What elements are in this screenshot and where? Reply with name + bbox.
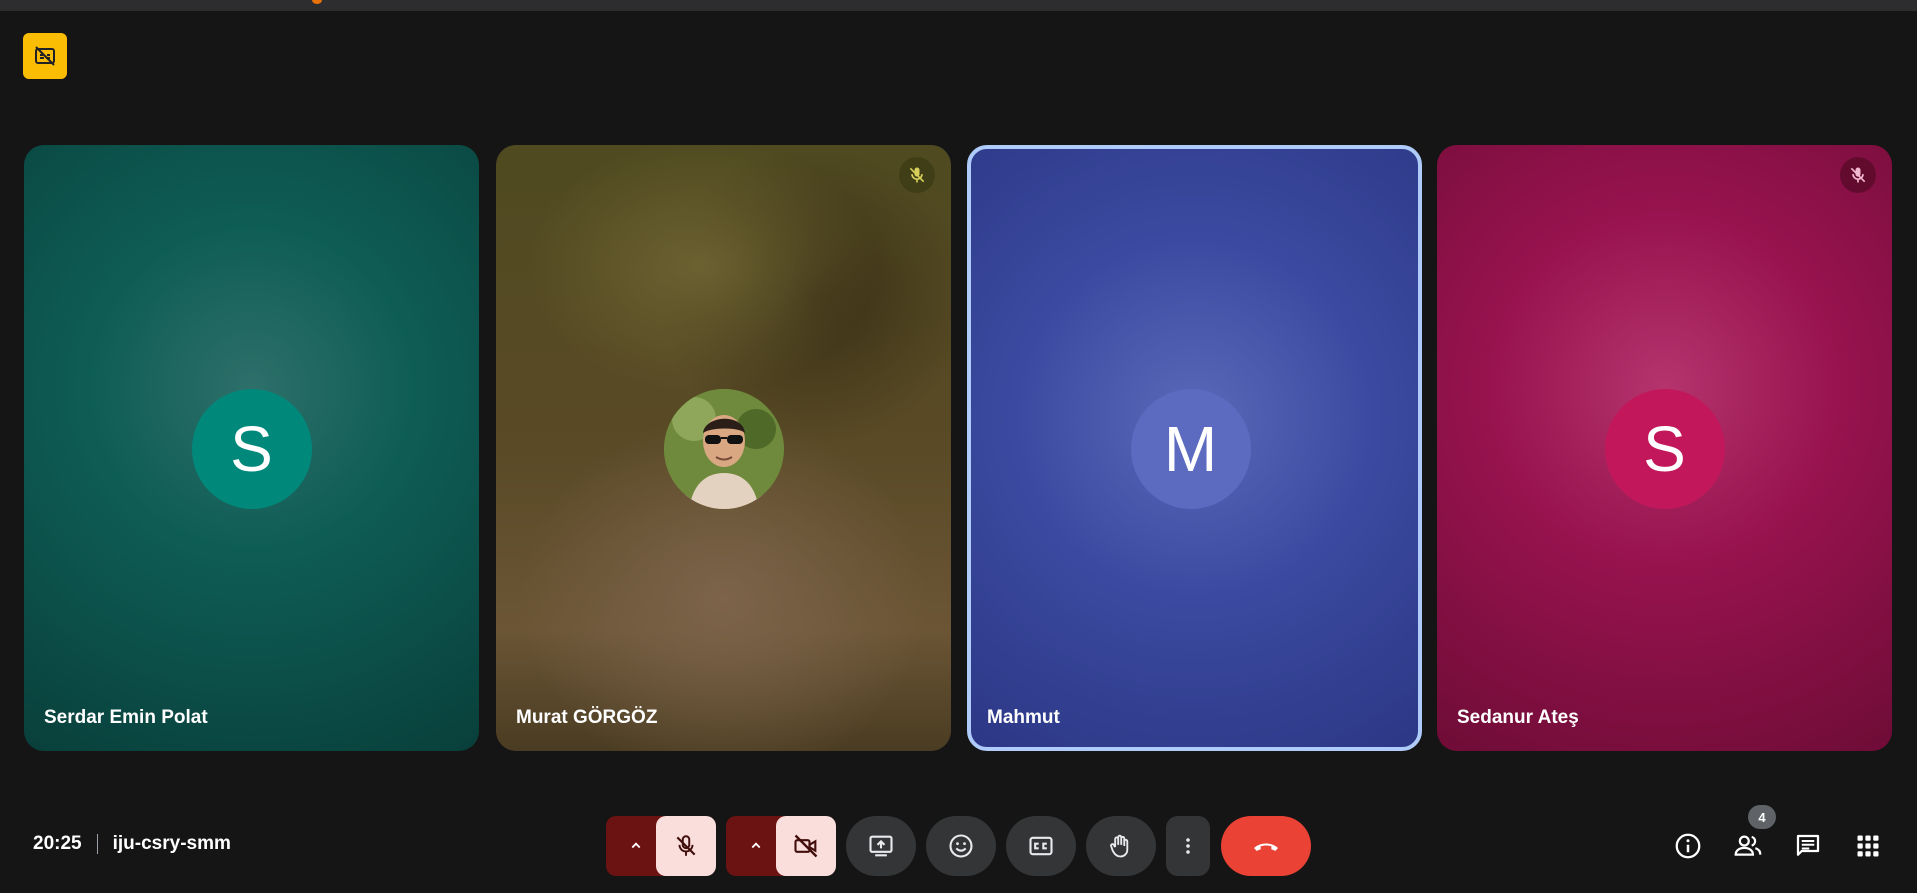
participant-tile[interactable]: Murat GÖRGÖZ	[496, 145, 951, 751]
person-photo-icon	[663, 389, 784, 509]
activities-button[interactable]	[1844, 816, 1892, 876]
chevron-up-icon	[751, 842, 761, 849]
captions-off-badge[interactable]	[23, 33, 67, 79]
participant-count-badge: 4	[1748, 805, 1776, 829]
participant-name: Serdar Emin Polat	[44, 707, 208, 728]
meeting-code: iju-csry-smm	[112, 833, 231, 854]
present-button[interactable]	[846, 816, 916, 876]
chevron-up-icon	[631, 842, 641, 849]
meeting-details-button[interactable]	[1664, 816, 1712, 876]
reactions-button[interactable]	[926, 816, 996, 876]
participant-name: Sedanur Ateş	[1457, 707, 1579, 728]
chat-icon	[1796, 834, 1820, 856]
participant-tile-active-speaker[interactable]: M Mahmut	[967, 145, 1422, 751]
avatar: S	[1604, 389, 1725, 509]
participant-name: Mahmut	[987, 707, 1060, 728]
emoji-icon	[949, 834, 973, 858]
more-options-button[interactable]	[1166, 816, 1210, 876]
raise-hand-button[interactable]	[1086, 816, 1156, 876]
avatar: M	[1130, 389, 1251, 509]
captions-button[interactable]	[1006, 816, 1076, 876]
people-icon	[1734, 835, 1762, 856]
browser-top-strip	[0, 0, 1917, 11]
avatar: S	[191, 389, 312, 509]
chat-button[interactable]	[1784, 816, 1832, 876]
hand-icon	[1110, 834, 1129, 858]
mic-off-icon	[1850, 167, 1866, 183]
videocam-off-icon	[794, 834, 818, 858]
present-screen-icon	[869, 835, 893, 857]
muted-indicator	[899, 157, 935, 193]
participant-name: Murat GÖRGÖZ	[516, 707, 658, 728]
info-icon	[1675, 833, 1701, 859]
meeting-time: 20:25	[33, 833, 82, 854]
leave-call-button[interactable]	[1221, 816, 1311, 876]
closed-captions-icon	[1029, 836, 1053, 856]
more-vert-icon	[1186, 838, 1190, 854]
camera-toggle-button[interactable]	[776, 816, 836, 876]
meeting-info: 20:25 iju-csry-smm	[33, 833, 231, 855]
divider	[96, 834, 98, 854]
call-end-icon	[1254, 843, 1278, 851]
mic-off-icon	[909, 167, 925, 183]
recording-dot	[312, 0, 322, 4]
muted-indicator	[1840, 157, 1876, 193]
captions-off-icon	[35, 46, 55, 66]
participant-tile[interactable]: S Sedanur Ateş	[1437, 145, 1892, 751]
microphone-toggle-button[interactable]	[656, 816, 716, 876]
mic-off-icon	[676, 835, 696, 856]
participant-tile[interactable]: S Serdar Emin Polat	[24, 145, 479, 751]
avatar-photo	[663, 389, 784, 509]
activities-icon	[1857, 835, 1879, 857]
